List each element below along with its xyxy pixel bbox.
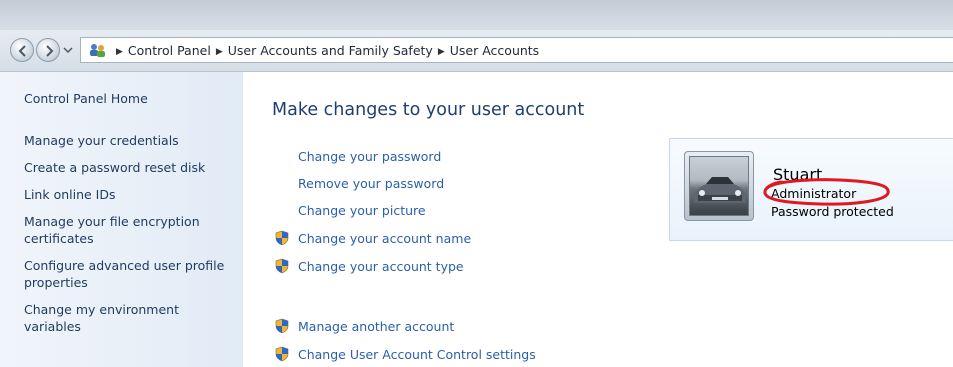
task-change-account-type[interactable]: Change your account type bbox=[274, 258, 464, 274]
breadcrumb: ▶ Control Panel ▶ User Accounts and Family … bbox=[111, 43, 539, 58]
task-label[interactable]: Change User Account Control settings bbox=[298, 347, 536, 362]
control-panel-icon bbox=[90, 44, 105, 57]
sidebar-item-password-reset-disk[interactable]: Create a password reset disk bbox=[24, 159, 229, 176]
sidebar-item-manage-credentials[interactable]: Manage your credentials bbox=[24, 132, 229, 149]
breadcrumb-control-panel[interactable]: Control Panel bbox=[128, 43, 211, 58]
forward-button[interactable] bbox=[36, 38, 60, 62]
task-sidebar: Control Panel Home Manage your credentia… bbox=[0, 72, 243, 367]
window-top-frame bbox=[0, 0, 953, 30]
avatar-car-picture bbox=[689, 156, 749, 216]
breadcrumb-separator-icon[interactable]: ▶ bbox=[216, 47, 223, 57]
task-label[interactable]: Remove your password bbox=[298, 176, 444, 191]
breadcrumb-separator-icon[interactable]: ▶ bbox=[438, 47, 445, 57]
car-icon bbox=[694, 177, 746, 203]
page-title: Make changes to your user account bbox=[272, 100, 585, 120]
red-circle-highlight bbox=[763, 178, 890, 206]
back-button[interactable] bbox=[10, 38, 34, 62]
task-remove-password[interactable]: Remove your password bbox=[298, 176, 444, 191]
task-change-password[interactable]: Change your password bbox=[298, 149, 441, 164]
sidebar-item-environment-variables[interactable]: Change my environment variables bbox=[24, 301, 229, 335]
sidebar-item-advanced-profile-properties[interactable]: Configure advanced user profile properti… bbox=[24, 257, 229, 291]
task-change-picture[interactable]: Change your picture bbox=[298, 203, 426, 218]
task-label[interactable]: Manage another account bbox=[298, 319, 454, 334]
address-field[interactable]: ▶ Control Panel ▶ User Accounts and Family … bbox=[80, 37, 953, 63]
task-label[interactable]: Change your picture bbox=[298, 203, 426, 218]
task-label[interactable]: Change your account type bbox=[298, 259, 464, 274]
uac-shield-icon bbox=[275, 318, 289, 334]
sidebar-control-panel-home[interactable]: Control Panel Home bbox=[24, 91, 148, 106]
avatar bbox=[684, 151, 754, 221]
chevron-down-icon[interactable] bbox=[63, 46, 73, 54]
uac-shield-icon bbox=[275, 346, 289, 362]
forward-icon bbox=[46, 45, 54, 57]
task-label[interactable]: Change your password bbox=[298, 149, 441, 164]
sidebar-item-link-online-ids[interactable]: Link online IDs bbox=[24, 186, 229, 203]
breadcrumb-user-accounts[interactable]: User Accounts bbox=[450, 43, 539, 58]
breadcrumb-user-accounts-family-safety[interactable]: User Accounts and Family Safety bbox=[228, 43, 433, 58]
task-uac-settings[interactable]: Change User Account Control settings bbox=[274, 346, 536, 362]
sidebar-item-file-encryption-certificates[interactable]: Manage your file encryption certificates bbox=[24, 213, 229, 247]
breadcrumb-separator-icon[interactable]: ▶ bbox=[116, 47, 123, 57]
back-icon bbox=[18, 45, 26, 57]
address-bar: ▶ Control Panel ▶ User Accounts and Family … bbox=[0, 30, 953, 72]
task-change-account-name[interactable]: Change your account name bbox=[274, 230, 471, 246]
uac-shield-icon bbox=[275, 258, 289, 274]
task-manage-another-account[interactable]: Manage another account bbox=[274, 318, 454, 334]
task-label[interactable]: Change your account name bbox=[298, 231, 471, 246]
sidebar-list: Manage your credentials Create a passwor… bbox=[24, 132, 229, 345]
uac-shield-icon bbox=[275, 230, 289, 246]
